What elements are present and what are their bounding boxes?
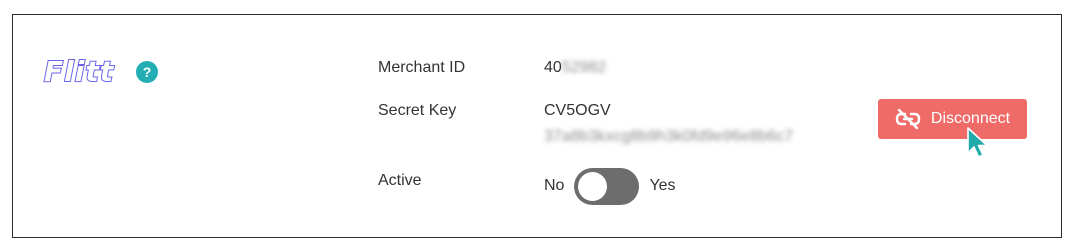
secret-key-value: CV5OGV 37a8b3kxcg8b9h3k0fd9e96e8b6c7 [544, 98, 856, 150]
secret-key-label: Secret Key [378, 102, 457, 119]
toggle-off-label: No [544, 177, 565, 194]
help-icon[interactable]: ? [136, 61, 158, 83]
mouse-pointer-icon [966, 126, 992, 165]
merchant-id-label: Merchant ID [378, 59, 466, 76]
active-label: Active [378, 172, 422, 189]
secret-key-masked: 37a8b3kxcg8b9h3k0fd9e96e8b6c7 [544, 128, 794, 145]
merchant-id-masked: 52982 [561, 59, 607, 76]
active-toggle-group: No Yes [544, 167, 676, 205]
merchant-id-visible: 40 [544, 59, 562, 76]
toggle-knob [578, 171, 608, 201]
flitt-logo: Flitt [43, 54, 115, 89]
unlink-icon [895, 108, 921, 130]
active-toggle[interactable] [574, 167, 640, 205]
merchant-id-value: 4052982 [544, 59, 606, 77]
disconnect-button[interactable]: Disconnect [878, 99, 1027, 139]
toggle-on-label: Yes [649, 177, 676, 194]
secret-key-visible: CV5OGV [544, 102, 611, 119]
